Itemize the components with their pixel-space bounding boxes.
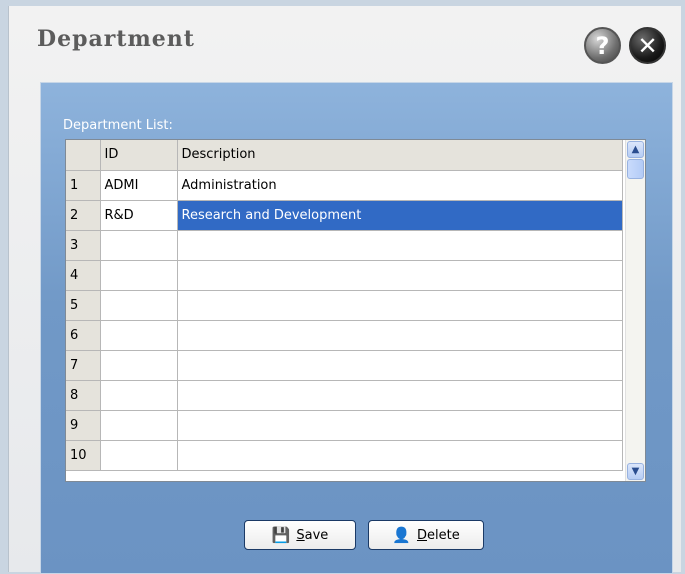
table-row[interactable]: 7 xyxy=(66,350,623,381)
department-list-label: Department List: xyxy=(63,118,173,133)
description-cell[interactable] xyxy=(177,380,623,411)
column-header-description[interactable]: Description xyxy=(177,140,623,171)
description-cell[interactable]: Administration xyxy=(177,170,623,201)
dialog-title: Department xyxy=(37,26,195,52)
table-row[interactable]: 5 xyxy=(66,290,623,321)
table-row[interactable]: 10 xyxy=(66,440,623,471)
id-cell[interactable] xyxy=(100,260,178,291)
id-cell[interactable] xyxy=(100,440,178,471)
id-cell[interactable] xyxy=(100,380,178,411)
save-button-label: Save xyxy=(296,527,329,543)
scroll-up-icon[interactable]: ▲ xyxy=(627,141,644,158)
description-cell[interactable] xyxy=(177,230,623,261)
id-cell[interactable]: ADMI xyxy=(100,170,178,201)
id-cell[interactable] xyxy=(100,230,178,261)
department-dialog: Department ? ✕ Department List: ID Descr… xyxy=(8,6,681,574)
close-icon[interactable]: ✕ xyxy=(629,27,666,64)
id-cell[interactable] xyxy=(100,350,178,381)
table-row[interactable]: 1 ADMI Administration xyxy=(66,170,623,201)
table-row[interactable]: 4 xyxy=(66,260,623,291)
row-number-cell: 10 xyxy=(66,440,101,471)
delete-button-label: Delete xyxy=(416,527,460,543)
id-cell[interactable]: R&D xyxy=(100,200,178,231)
delete-user-icon: 👤 xyxy=(392,526,411,544)
description-cell[interactable] xyxy=(177,440,623,471)
column-header-id[interactable]: ID xyxy=(100,140,178,171)
grid-scrollbar[interactable]: ▲ ▼ xyxy=(625,140,645,481)
id-cell[interactable] xyxy=(100,320,178,351)
description-cell[interactable] xyxy=(177,320,623,351)
description-cell[interactable] xyxy=(177,350,623,381)
grid-header-row: ID Description xyxy=(66,140,623,171)
scroll-thumb[interactable] xyxy=(627,159,644,179)
scroll-down-icon[interactable]: ▼ xyxy=(627,463,644,480)
row-number-cell: 2 xyxy=(66,200,101,231)
description-cell[interactable] xyxy=(177,260,623,291)
row-number-cell: 6 xyxy=(66,320,101,351)
department-panel: Department List: ID Description 1 ADMI Adm… xyxy=(40,82,673,574)
table-row[interactable]: 6 xyxy=(66,320,623,351)
table-row[interactable]: 3 xyxy=(66,230,623,261)
row-number-cell: 7 xyxy=(66,350,101,381)
table-row[interactable]: 9 xyxy=(66,410,623,441)
row-number-cell: 9 xyxy=(66,410,101,441)
id-cell[interactable] xyxy=(100,290,178,321)
description-cell[interactable]: Research and Development xyxy=(177,200,623,231)
row-number-cell: 4 xyxy=(66,260,101,291)
help-icon[interactable]: ? xyxy=(584,27,621,64)
table-row[interactable]: 2 R&D Research and Development xyxy=(66,200,623,231)
row-number-cell: 3 xyxy=(66,230,101,261)
row-number-cell: 5 xyxy=(66,290,101,321)
grid-corner-header xyxy=(66,140,101,171)
delete-button[interactable]: 👤 Delete xyxy=(368,520,484,550)
row-number-cell: 8 xyxy=(66,380,101,411)
department-grid[interactable]: ID Description 1 ADMI Administration 2 R&D Re… xyxy=(65,139,646,482)
id-cell[interactable] xyxy=(100,410,178,441)
description-cell[interactable] xyxy=(177,410,623,441)
description-cell[interactable] xyxy=(177,290,623,321)
row-number-cell: 1 xyxy=(66,170,101,201)
save-disk-icon: 💾 xyxy=(271,526,291,544)
table-row[interactable]: 8 xyxy=(66,380,623,411)
save-button[interactable]: 💾 Save xyxy=(244,520,356,550)
